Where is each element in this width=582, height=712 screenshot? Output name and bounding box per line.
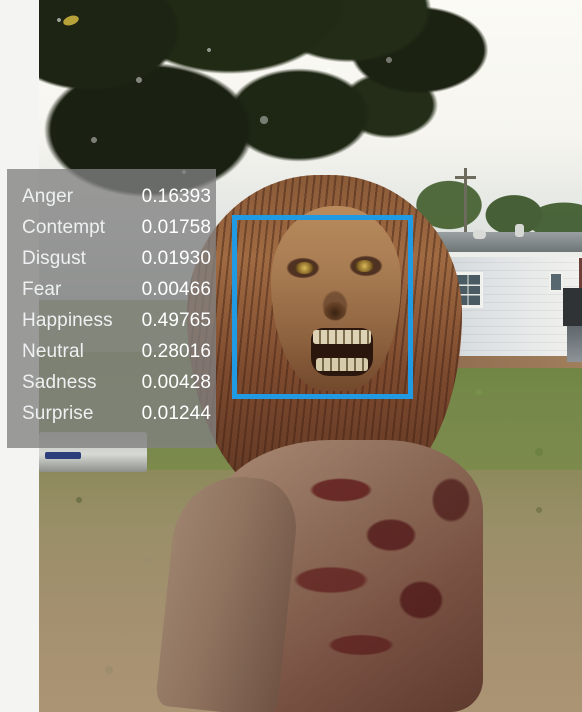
emotion-label: Neutral: [22, 341, 84, 362]
emotion-scores-panel: Anger 0.16393 Contempt 0.01758 Disgust 0…: [7, 169, 216, 448]
emotion-value: 0.00466: [141, 279, 211, 300]
emotion-label: Happiness: [22, 310, 113, 331]
house-small-window: [549, 272, 563, 292]
emotion-value: 0.16393: [141, 186, 211, 207]
emotion-value: 0.00428: [141, 372, 211, 393]
emotion-row-disgust: Disgust 0.01930: [7, 243, 216, 274]
emotion-row-contempt: Contempt 0.01758: [7, 212, 216, 243]
porch-railing: [563, 288, 582, 326]
vehicle-detail: [45, 452, 81, 459]
emotion-label: Fear: [22, 279, 62, 300]
emotion-value: 0.01930: [141, 248, 211, 269]
emotion-row-fear: Fear 0.00466: [7, 274, 216, 305]
emotion-row-sadness: Sadness 0.00428: [7, 367, 216, 398]
emotion-row-happiness: Happiness 0.49765: [7, 305, 216, 336]
screenshot-root: Anger 0.16393 Contempt 0.01758 Disgust 0…: [0, 0, 582, 712]
roof-vent: [515, 224, 524, 237]
emotion-label: Anger: [22, 186, 74, 207]
emotion-label: Surprise: [22, 403, 94, 424]
emotion-row-surprise: Surprise 0.01244: [7, 398, 216, 429]
face-detection-box[interactable]: [232, 215, 413, 399]
emotion-value: 0.28016: [141, 341, 211, 362]
emotion-label: Sadness: [22, 372, 97, 393]
emotion-scores-list: Anger 0.16393 Contempt 0.01758 Disgust 0…: [7, 169, 216, 429]
emotion-value: 0.01244: [141, 403, 211, 424]
emotion-label: Contempt: [22, 217, 106, 238]
emotion-row-anger: Anger 0.16393: [7, 181, 216, 212]
emotion-value: 0.49765: [141, 310, 211, 331]
emotion-value: 0.01758: [141, 217, 211, 238]
emotion-row-neutral: Neutral 0.28016: [7, 336, 216, 367]
emotion-label: Disgust: [22, 248, 87, 269]
